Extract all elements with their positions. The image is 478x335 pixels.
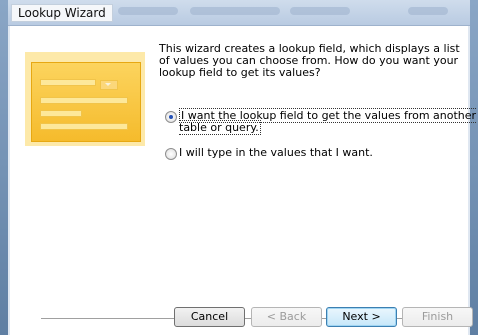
option-table-or-query-label[interactable]: I want the lookup field to get the value…	[179, 108, 478, 135]
window-title: Lookup Wizard	[11, 4, 113, 22]
radio-table-or-query[interactable]	[165, 111, 177, 123]
cancel-button[interactable]: Cancel	[174, 307, 245, 327]
desktop-background-right	[470, 0, 478, 335]
wizard-description: This wizard creates a lookup field, whic…	[159, 42, 460, 79]
wizard-content: This wizard creates a lookup field, whic…	[10, 26, 477, 335]
lookup-wizard-dialog: Lookup Wizard This wizard creates a look…	[8, 0, 477, 335]
radio-type-values[interactable]	[165, 148, 177, 160]
next-button[interactable]: Next >	[326, 307, 397, 327]
blurred-background-text	[118, 7, 178, 15]
blurred-background-text	[190, 7, 280, 15]
desktop-background-left	[0, 0, 8, 335]
finish-button[interactable]: Finish	[402, 307, 473, 327]
option-type-values-label[interactable]: I will type in the values that I want.	[179, 147, 478, 159]
back-button[interactable]: < Back	[251, 307, 322, 327]
blurred-background-text	[408, 7, 448, 15]
title-bar[interactable]: Lookup Wizard	[8, 0, 470, 26]
lookup-illustration-icon	[25, 52, 145, 146]
blurred-background-text	[290, 7, 350, 15]
